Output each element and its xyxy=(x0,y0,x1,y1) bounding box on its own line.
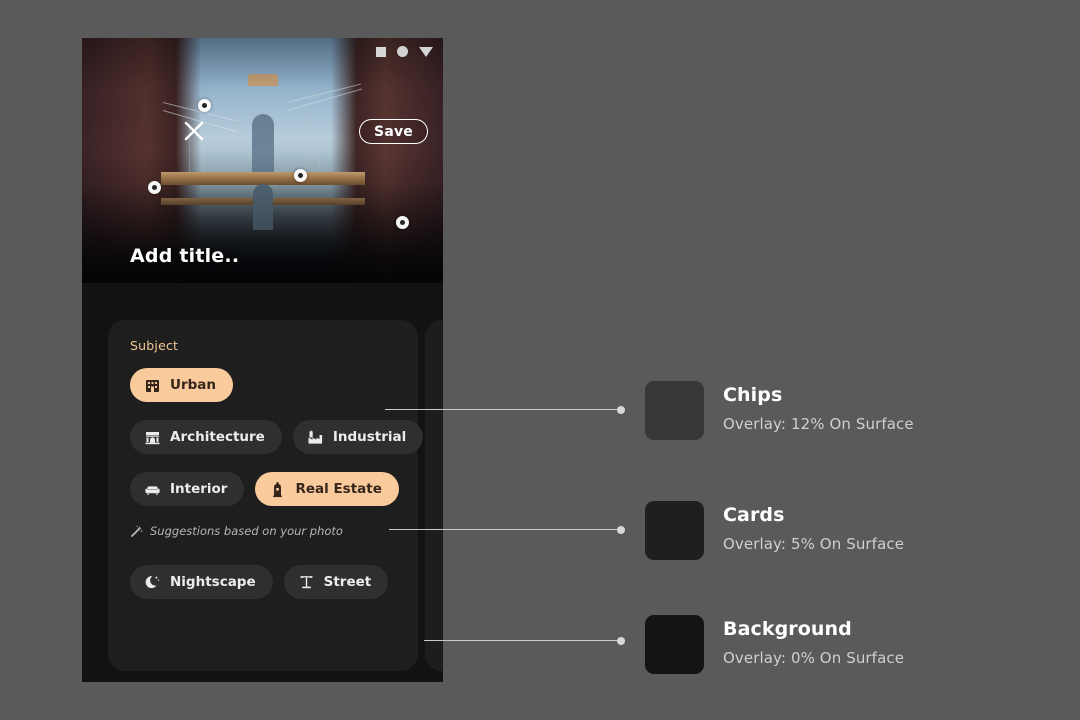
chip-label: Street xyxy=(323,574,372,590)
square-icon[interactable] xyxy=(376,46,386,57)
photo-tag-dot[interactable] xyxy=(148,181,161,194)
annotation-title: Background xyxy=(723,618,852,640)
annotation-text: Chips Overlay: 12% On Surface xyxy=(723,381,914,433)
suggestions-note-text: Suggestions based on your photo xyxy=(150,524,343,538)
chip-label: Real Estate xyxy=(295,481,382,497)
moon-icon xyxy=(144,574,161,591)
annotation-swatch xyxy=(645,615,704,674)
annotation-swatch xyxy=(645,501,704,560)
hero-photo-region: Add title.. xyxy=(82,38,443,289)
annotation-cards: Cards Overlay: 5% On Surface xyxy=(645,501,904,560)
chip-urban[interactable]: Urban xyxy=(130,368,234,402)
system-navigation-bar xyxy=(376,46,433,57)
circle-home-icon[interactable] xyxy=(397,46,408,57)
suggestions-note: Suggestions based on your photo xyxy=(130,524,343,538)
annotation-subtitle: Overlay: 5% On Surface xyxy=(723,535,905,553)
magic-wand-icon xyxy=(130,525,143,538)
chip-label: Urban xyxy=(170,377,217,393)
chip-row: Interior Real Estate xyxy=(130,472,399,506)
annotation-title: Cards xyxy=(723,504,785,526)
chip-label: Industrial xyxy=(332,429,407,445)
street-lamp-icon xyxy=(298,574,315,591)
industrial-factory-icon xyxy=(307,429,324,446)
interior-armchair-icon xyxy=(144,481,161,498)
chip-row-suggestions: Nightscape Street xyxy=(130,565,389,599)
bottom-sheet-area: Subject Urban Architecture Industrial In… xyxy=(82,283,443,682)
chip-industrial[interactable]: Industrial xyxy=(292,420,424,454)
photo-tag-dot[interactable] xyxy=(294,169,307,182)
real-estate-icon xyxy=(269,481,286,498)
annotation-text: Cards Overlay: 5% On Surface xyxy=(723,501,904,553)
leader-line-background xyxy=(424,636,625,645)
annotation-chips: Chips Overlay: 12% On Surface xyxy=(645,381,914,440)
phone-frame: Add title.. Save Subject Urban Architect… xyxy=(82,38,443,682)
chip-real-estate[interactable]: Real Estate xyxy=(255,472,399,506)
chip-interior[interactable]: Interior xyxy=(130,472,245,506)
chip-label: Architecture xyxy=(170,429,265,445)
secondary-card[interactable] xyxy=(425,320,443,671)
leader-line-cards xyxy=(389,525,625,534)
section-label-subject: Subject xyxy=(130,338,179,353)
triangle-back-icon[interactable] xyxy=(419,46,433,57)
photo-title-input[interactable]: Add title.. xyxy=(130,245,239,267)
chip-street[interactable]: Street xyxy=(283,565,389,599)
chip-row: Urban xyxy=(130,368,234,402)
annotation-subtitle: Overlay: 0% On Surface xyxy=(723,649,905,667)
chip-label: Interior xyxy=(170,481,228,497)
chip-row: Architecture Industrial xyxy=(130,420,424,454)
annotation-title: Chips xyxy=(723,384,783,406)
photo-tag-dot[interactable] xyxy=(198,99,211,112)
photo-tag-dot[interactable] xyxy=(396,216,409,229)
leader-line-chips xyxy=(385,405,625,414)
chip-architecture[interactable]: Architecture xyxy=(130,420,282,454)
architecture-icon xyxy=(144,429,161,446)
chip-nightscape[interactable]: Nightscape xyxy=(130,565,273,599)
save-button[interactable]: Save xyxy=(359,119,428,144)
close-icon[interactable] xyxy=(181,118,207,144)
annotation-text: Background Overlay: 0% On Surface xyxy=(723,615,904,667)
chip-label: Nightscape xyxy=(170,574,256,590)
annotation-swatch xyxy=(645,381,704,440)
annotation-subtitle: Overlay: 12% On Surface xyxy=(723,415,914,433)
subject-card: Subject Urban Architecture Industrial In… xyxy=(108,320,424,671)
annotation-background: Background Overlay: 0% On Surface xyxy=(645,615,904,674)
urban-building-icon xyxy=(144,377,161,394)
